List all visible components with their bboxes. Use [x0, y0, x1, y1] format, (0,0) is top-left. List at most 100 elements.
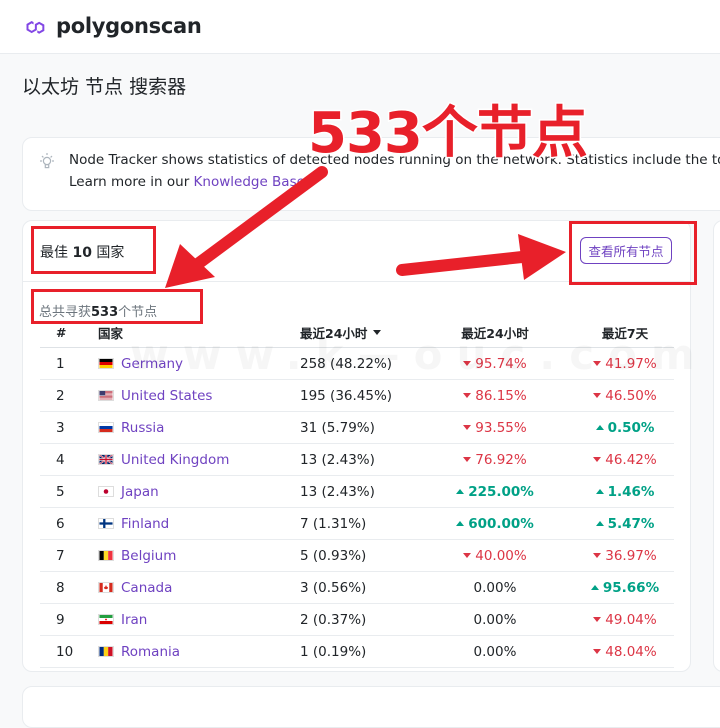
change-24h-cell-value: 0.00% — [473, 579, 517, 596]
flag-gb-icon — [98, 454, 114, 465]
rank-cell: 6 — [56, 515, 65, 532]
lightbulb-icon — [40, 153, 54, 169]
side-card — [713, 220, 720, 672]
arrow-down-icon — [593, 617, 602, 622]
last24-cell: 13 (2.43%) — [300, 483, 375, 500]
table-row: 5 Japan 13 (2.43%) 225.00% 1.46% — [40, 476, 674, 508]
change-24h-cell-value: 86.15% — [475, 387, 527, 404]
flag-de-icon — [98, 358, 114, 369]
table-row: 3 Russia 31 (5.79%) 93.55% 0.50% — [40, 412, 674, 444]
last24-cell: 195 (36.45%) — [300, 387, 393, 404]
arrow-up-icon — [595, 425, 604, 430]
info-prefix: Learn more in our — [69, 174, 194, 190]
annotation-box-button — [569, 221, 697, 285]
rank-cell: 9 — [56, 611, 65, 628]
rank-cell: 5 — [56, 483, 65, 500]
last24-cell: 7 (1.31%) — [300, 515, 367, 532]
country-link[interactable]: Belgium — [121, 548, 176, 564]
change-24h-cell: 93.55% — [440, 412, 550, 443]
arrow-down-icon — [463, 393, 472, 398]
change-24h-cell-value: 0.00% — [473, 643, 517, 660]
change-7d-cell: 48.04% — [570, 636, 680, 667]
change-7d-cell-value: 46.42% — [605, 451, 657, 468]
country-cell[interactable]: Finland — [98, 508, 298, 539]
annotation-box-total — [31, 289, 203, 324]
country-link[interactable]: Finland — [121, 516, 169, 532]
table-row: 9 Iran 2 (0.37%) 0.00% 49.04% — [40, 604, 674, 636]
change-7d-cell-value: 5.47% — [607, 515, 655, 532]
country-cell[interactable]: Iran — [98, 604, 298, 635]
table-row: 6 Finland 7 (1.31%) 600.00% 5.47% — [40, 508, 674, 540]
table-body: 1 Germany 258 (48.22%) 95.74% 41.97% 2 U… — [40, 348, 674, 668]
change-24h-cell: 0.00% — [440, 636, 550, 667]
brand-logo[interactable]: polygonscan — [22, 12, 202, 40]
country-link[interactable]: Russia — [121, 420, 164, 436]
arrow-up-icon — [590, 585, 599, 590]
country-cell[interactable]: Romania — [98, 636, 298, 667]
change-7d-cell: 36.97% — [570, 540, 680, 571]
change-24h-cell: 600.00% — [440, 508, 550, 539]
arrow-up-icon — [456, 489, 465, 494]
table-row: 2 United States 195 (36.45%) 86.15% 46.5… — [40, 380, 674, 412]
country-link[interactable]: United Kingdom — [121, 452, 229, 468]
country-cell[interactable]: United States — [98, 380, 298, 411]
rank-cell: 8 — [56, 579, 65, 596]
change-7d-cell-value: 49.04% — [605, 611, 657, 628]
change-24h-cell-value: 93.55% — [475, 419, 527, 436]
change-24h-cell: 86.15% — [440, 380, 550, 411]
change-7d-cell-value: 48.04% — [605, 643, 657, 660]
watermark: www.k—ouc.com — [130, 330, 709, 379]
last24-cell: 13 (2.43%) — [300, 451, 375, 468]
change-24h-cell-value: 76.92% — [475, 451, 527, 468]
country-cell[interactable]: Canada — [98, 572, 298, 603]
rank-cell: 7 — [56, 547, 65, 564]
brand-name: polygonscan — [56, 14, 202, 38]
rank-cell: 10 — [56, 643, 74, 660]
flag-ro-icon — [98, 646, 114, 657]
flag-ir-icon — [98, 614, 114, 625]
table-row: 7 Belgium 5 (0.93%) 40.00% 36.97% — [40, 540, 674, 572]
country-cell[interactable]: Russia — [98, 412, 298, 443]
arrow-down-icon — [463, 457, 472, 462]
change-7d-cell-value: 46.50% — [605, 387, 657, 404]
flag-fi-icon — [98, 518, 114, 529]
change-7d-cell-value: 0.50% — [607, 419, 655, 436]
change-24h-cell: 40.00% — [440, 540, 550, 571]
arrow-up-icon — [595, 521, 604, 526]
arrow-down-icon — [593, 457, 602, 462]
change-7d-cell: 0.50% — [570, 412, 680, 443]
change-7d-cell: 1.46% — [570, 476, 680, 507]
change-24h-cell: 76.92% — [440, 444, 550, 475]
change-24h-cell: 0.00% — [440, 604, 550, 635]
top-countries-card: 最佳 10 国家 查看所有节点 总共寻获533个节点 # 国家 最近24小时 最… — [22, 220, 691, 672]
country-link[interactable]: Japan — [121, 484, 159, 500]
country-cell[interactable]: Japan — [98, 476, 298, 507]
change-24h-cell-value: 0.00% — [473, 611, 517, 628]
annotation-box-title — [31, 226, 156, 274]
page-title: 以太坊 节点 搜索器 — [22, 76, 187, 98]
country-link[interactable]: Romania — [121, 644, 180, 660]
country-link[interactable]: Canada — [121, 580, 172, 596]
arrow-down-icon — [463, 553, 472, 558]
arrow-down-icon — [593, 393, 602, 398]
country-cell[interactable]: Belgium — [98, 540, 298, 571]
change-7d-cell: 5.47% — [570, 508, 680, 539]
table-row: 4 United Kingdom 13 (2.43%) 76.92% 46.42… — [40, 444, 674, 476]
rank-cell: 1 — [56, 355, 65, 372]
change-24h-cell-value: 40.00% — [475, 547, 527, 564]
change-7d-cell: 46.42% — [570, 444, 680, 475]
change-24h-cell: 0.00% — [440, 572, 550, 603]
flag-us-icon — [98, 390, 114, 401]
change-7d-cell-value: 36.97% — [605, 547, 657, 564]
rank-cell: 3 — [56, 419, 65, 436]
last24-cell: 31 (5.79%) — [300, 419, 375, 436]
polygon-logo-icon — [26, 21, 45, 34]
arrow-up-icon — [595, 489, 604, 494]
change-7d-cell-value: 1.46% — [607, 483, 655, 500]
country-link[interactable]: Iran — [121, 612, 147, 628]
knowledge-base-link[interactable]: Knowledge Base — [194, 174, 305, 190]
country-link[interactable]: United States — [121, 388, 212, 404]
info-text-secondary: Learn more in our Knowledge Base — [69, 174, 305, 190]
change-7d-cell: 46.50% — [570, 380, 680, 411]
country-cell[interactable]: United Kingdom — [98, 444, 298, 475]
